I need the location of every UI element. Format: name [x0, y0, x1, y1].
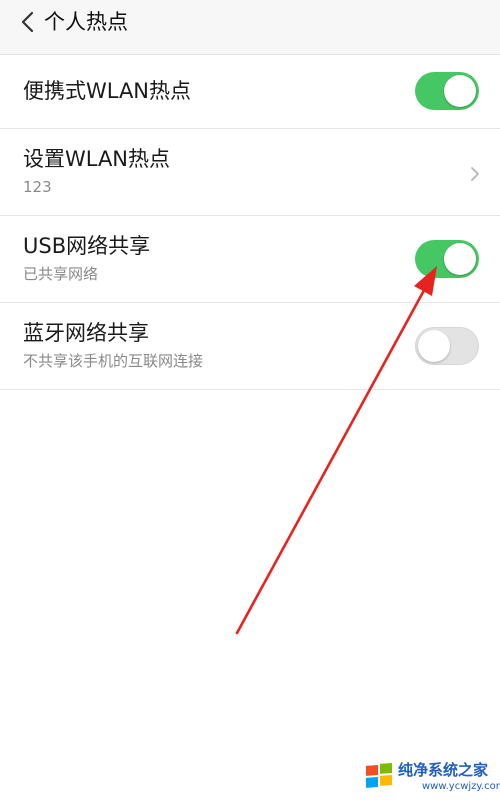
chevron-left-icon[interactable] — [18, 10, 38, 34]
chevron-right-icon — [471, 167, 479, 181]
setting-subtitle: 已共享网络 — [23, 265, 99, 283]
top-bar: 个人热点 — [0, 0, 500, 55]
toggle-knob — [444, 243, 476, 275]
watermark-title: 纯净系统之家 — [398, 761, 489, 779]
toggle-knob — [418, 330, 450, 362]
setting-subtitle: 不共享该手机的互联网连接 — [23, 352, 204, 370]
setting-row-bluetooth-tethering[interactable]: 蓝牙网络共享 不共享该手机的互联网连接 — [0, 303, 500, 390]
setting-label: 设置WLAN热点 — [23, 147, 171, 171]
usb-tethering-toggle[interactable] — [415, 240, 479, 278]
setting-label: 蓝牙网络共享 — [23, 321, 149, 345]
page-title: 个人热点 — [44, 10, 128, 34]
setting-row-configure-wlan[interactable]: 设置WLAN热点 123 — [0, 129, 500, 216]
setting-row-portable-wlan[interactable]: 便携式WLAN热点 — [0, 55, 500, 129]
portable-wlan-toggle[interactable] — [415, 72, 479, 110]
windows-logo-icon — [366, 763, 392, 788]
setting-label: 便携式WLAN热点 — [23, 79, 192, 103]
toggle-knob — [444, 75, 476, 107]
watermark: 纯净系统之家 www.ycwjzy.com — [360, 758, 500, 800]
setting-label: USB网络共享 — [23, 234, 151, 258]
setting-row-usb-tethering[interactable]: USB网络共享 已共享网络 — [0, 216, 500, 303]
watermark-url: www.ycwjzy.com — [422, 781, 500, 792]
bluetooth-tethering-toggle[interactable] — [415, 327, 479, 365]
setting-subtitle: 123 — [23, 178, 52, 196]
